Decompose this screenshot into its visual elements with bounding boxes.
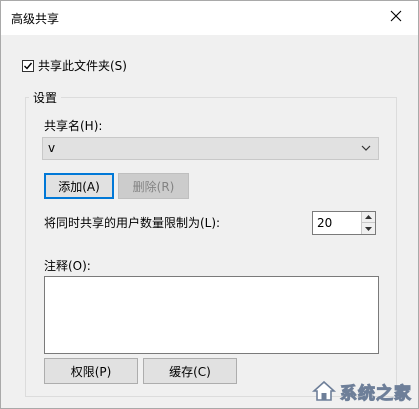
- share-name-value: v: [48, 141, 56, 155]
- arrow-up-icon: [365, 215, 372, 219]
- share-folder-checkbox[interactable]: [22, 59, 34, 72]
- close-icon: [390, 10, 402, 22]
- user-limit-label: 将同时共享的用户数量限制为(L):: [44, 216, 221, 230]
- close-button[interactable]: [374, 1, 418, 31]
- spin-up-button[interactable]: [361, 212, 375, 223]
- watermark-text: 系统之家: [340, 383, 412, 404]
- permissions-button[interactable]: 权限(P): [44, 358, 138, 384]
- user-limit-value: 20: [317, 216, 333, 230]
- share-folder-label: 共享此文件夹(S): [38, 59, 127, 73]
- comment-label: 注释(O):: [44, 259, 91, 273]
- user-limit-spinner[interactable]: 20: [312, 211, 376, 235]
- settings-group-label: 设置: [29, 89, 62, 106]
- window-title: 高级共享: [11, 12, 60, 26]
- checkmark-icon: [24, 62, 33, 70]
- house-logo-icon: [311, 380, 337, 401]
- share-name-label: 共享名(H):: [44, 119, 103, 133]
- chevron-down-icon: [361, 145, 371, 151]
- remove-button[interactable]: 删除(R): [118, 173, 189, 199]
- share-name-dropdown[interactable]: v: [42, 137, 379, 160]
- advanced-sharing-dialog: 高级共享 共享此文件夹(S) 设置 共享名(H): v 添加(A) 删除(R) …: [0, 0, 419, 409]
- add-button[interactable]: 添加(A): [44, 173, 114, 199]
- watermark: 系统之家: [311, 378, 412, 404]
- comment-textarea[interactable]: [44, 276, 379, 354]
- share-folder-checkbox-row[interactable]: 共享此文件夹(S): [22, 57, 127, 74]
- spin-down-button[interactable]: [361, 223, 375, 234]
- caching-button[interactable]: 缓存(C): [143, 358, 237, 384]
- arrow-down-icon: [365, 226, 372, 231]
- title-bar: 高级共享: [1, 1, 418, 35]
